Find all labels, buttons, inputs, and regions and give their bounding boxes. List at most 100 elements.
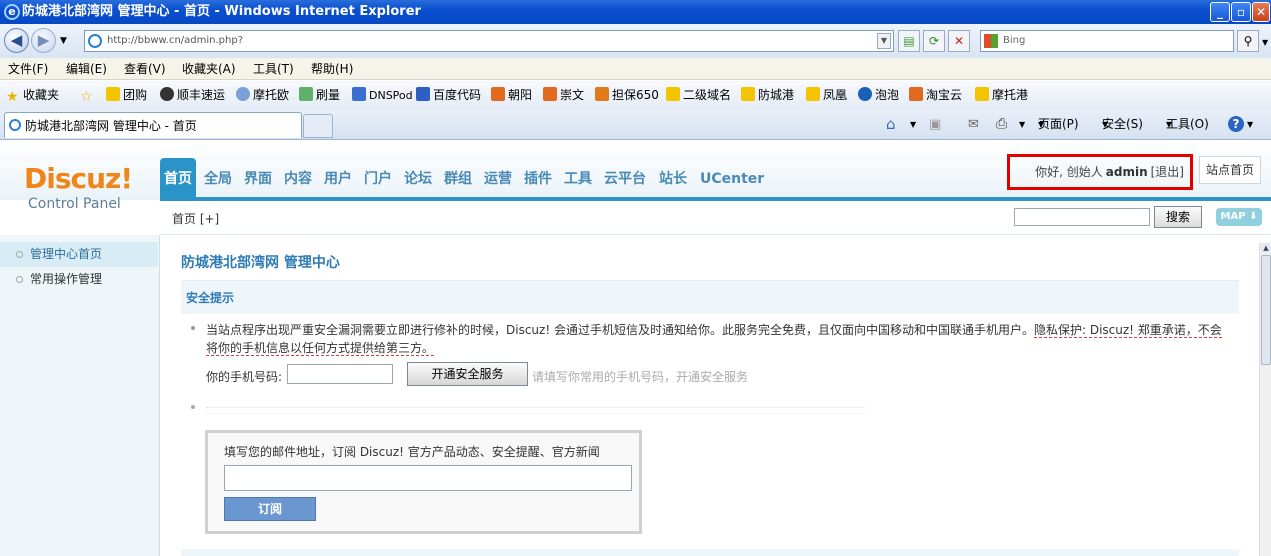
address-dropdown-icon[interactable]: ▼ (877, 33, 891, 49)
logout-link[interactable]: [退出] (1151, 165, 1184, 179)
fav-item[interactable]: 刷量 (299, 81, 340, 109)
fav-item[interactable]: 淘宝云 (909, 81, 962, 109)
minimize-button[interactable]: _ (1210, 2, 1230, 22)
scroll-up-icon[interactable]: ▲ (1261, 243, 1271, 253)
nav-ucenter[interactable]: UCenter (696, 158, 768, 198)
open-security-service-button[interactable]: 开通安全服务 (407, 362, 528, 386)
nav-plugin[interactable]: 插件 (520, 158, 556, 198)
faint-divider (206, 407, 866, 414)
page-menu[interactable]: 页面(P) ▾ (1038, 109, 1079, 140)
fav-item[interactable]: 泡泡 (858, 81, 899, 109)
nav-tools[interactable]: 工具 (560, 158, 596, 198)
nav-content[interactable]: 内容 (280, 158, 316, 198)
home-icon[interactable]: ⌂ (886, 109, 896, 140)
star-icon: ★ (6, 89, 19, 105)
admin-search-input[interactable] (1014, 208, 1150, 226)
breadcrumb[interactable]: 首页 [+] (172, 210, 219, 227)
phone-input[interactable] (287, 364, 393, 384)
window-titlebar: e 防城港北部湾网 管理中心 - 首页 - Windows Internet E… (0, 0, 1271, 24)
fav-item[interactable]: 担保650 (595, 81, 659, 109)
menu-bar: 文件(F) 编辑(E) 查看(V) 收藏夹(A) 工具(T) 帮助(H) (0, 58, 1271, 80)
browser-tab[interactable]: 防城港北部湾网 管理中心 - 首页 (4, 112, 302, 138)
nav-webmaster[interactable]: 站长 (655, 158, 691, 198)
search-options-icon[interactable]: ▼ (1262, 38, 1268, 47)
search-box[interactable]: Bing (980, 30, 1234, 52)
history-dropdown-icon[interactable]: ▼ (60, 36, 67, 46)
bullet-icon (16, 251, 23, 258)
sidebar-item-label: 常用操作管理 (30, 272, 103, 286)
search-icon[interactable]: ⚲ (1237, 30, 1259, 52)
email-input[interactable] (224, 465, 632, 491)
new-tab-button[interactable] (303, 114, 333, 138)
stop-icon[interactable]: ✕ (948, 30, 970, 52)
map-button[interactable]: MAP ⬇ (1216, 208, 1262, 226)
tab-bar: 防城港北部湾网 管理中心 - 首页 ⌂ ▼ ▣ ✉ ⎙ ▼ 页面(P) ▾ 安全… (0, 109, 1271, 140)
nav-user[interactable]: 用户 (320, 158, 356, 198)
print-dropdown-icon[interactable]: ▼ (1019, 109, 1025, 140)
vertical-scrollbar[interactable]: ▲ (1259, 243, 1271, 556)
fav-item[interactable]: DNSPod (352, 81, 413, 110)
nav-cloud[interactable]: 云平台 (600, 158, 650, 198)
help-dropdown-icon[interactable]: ▼ (1247, 109, 1253, 140)
fav-item[interactable]: 百度代码 (416, 81, 481, 109)
address-bar[interactable]: http://bbww.cn/admin.php? ▼ (84, 30, 894, 52)
fav-item[interactable]: 防城港 (741, 81, 794, 109)
refresh-icon[interactable]: ⟳ (923, 30, 945, 52)
favorites-button[interactable]: ★ 收藏夹 (6, 81, 59, 109)
nav-home[interactable]: 首页 (160, 158, 196, 198)
print-icon[interactable]: ⎙ (996, 109, 1007, 140)
sidebar-item-common-ops[interactable]: 常用操作管理 (0, 267, 158, 292)
menu-favorites[interactable]: 收藏夹(A) (182, 58, 236, 80)
close-window-button[interactable]: ✕ (1252, 2, 1270, 22)
tools-menu[interactable]: 工具(O) ▾ (1166, 109, 1209, 140)
phone-label: 你的手机号码: (206, 370, 283, 384)
fav-item[interactable]: 凤凰 (806, 81, 847, 109)
menu-tools[interactable]: 工具(T) (253, 58, 294, 80)
feeds-icon[interactable]: ▣ (929, 109, 941, 140)
home-dropdown-icon[interactable]: ▼ (910, 109, 916, 140)
fav-item[interactable]: 朝阳 (491, 81, 532, 109)
nav-forum[interactable]: 论坛 (400, 158, 436, 198)
sidebar-item-admin-home[interactable]: 管理中心首页 (0, 242, 158, 267)
add-favorite-icon[interactable]: ☆ (80, 81, 97, 109)
fav-item[interactable]: 崇文 (543, 81, 584, 109)
help-icon[interactable]: ? (1228, 116, 1244, 132)
fav-item[interactable]: 顺丰速运 (160, 81, 225, 109)
nav-group[interactable]: 群组 (440, 158, 476, 198)
back-button[interactable]: ◀ (4, 28, 29, 53)
menu-view[interactable]: 查看(V) (124, 58, 166, 80)
admin-search-button[interactable]: 搜索 (1154, 206, 1202, 228)
fav-item[interactable]: 二级域名 (666, 81, 731, 109)
scroll-thumb[interactable] (1261, 255, 1271, 365)
maximize-button[interactable]: ▫ (1231, 2, 1251, 22)
bullet-icon (16, 276, 23, 283)
nav-style[interactable]: 界面 (240, 158, 276, 198)
fav-item[interactable]: 摩托欧 (236, 81, 289, 109)
nav-global[interactable]: 全局 (200, 158, 236, 198)
user-name: admin (1105, 165, 1148, 179)
mail-icon[interactable]: ✉ (968, 109, 979, 140)
subscribe-button[interactable]: 订阅 (224, 497, 316, 521)
fav-item[interactable]: 团购 (106, 81, 147, 109)
favorites-bar: ★ 收藏夹 ☆ 团购 顺丰速运 摩托欧 刷量 DNSPod 百度代码 朝阳 崇文 … (0, 81, 1271, 109)
compat-view-icon[interactable]: ▤ (898, 30, 920, 52)
arrow-down-icon: ⬇ (1249, 211, 1258, 222)
user-greeting: 你好, 创始人 (1035, 165, 1103, 179)
ie-logo-icon: e (4, 4, 20, 20)
safety-menu[interactable]: 安全(S) ▾ (1102, 109, 1143, 140)
fav-item[interactable]: 摩托港 (975, 81, 1028, 109)
menu-help[interactable]: 帮助(H) (311, 58, 353, 80)
forward-button[interactable]: ▶ (31, 28, 56, 53)
phone-hint: 请填写你常用的手机号码，开通安全服务 (532, 370, 749, 384)
site-home-button[interactable]: 站点首页 (1199, 156, 1261, 184)
nav-operation[interactable]: 运营 (480, 158, 516, 198)
page-title: 防城港北部湾网 管理中心 (181, 255, 340, 271)
bullet-icon (191, 326, 195, 330)
discuz-logo[interactable]: Discuz! (24, 162, 133, 195)
nav-portal[interactable]: 门户 (360, 158, 396, 198)
page-icon (88, 34, 102, 48)
menu-file[interactable]: 文件(F) (8, 58, 48, 80)
bullet-icon (191, 405, 195, 409)
menu-edit[interactable]: 编辑(E) (66, 58, 107, 80)
address-toolbar: ◀ ▶ ▼ http://bbww.cn/admin.php? ▼ ▤ ⟳ ✕ … (0, 24, 1271, 58)
